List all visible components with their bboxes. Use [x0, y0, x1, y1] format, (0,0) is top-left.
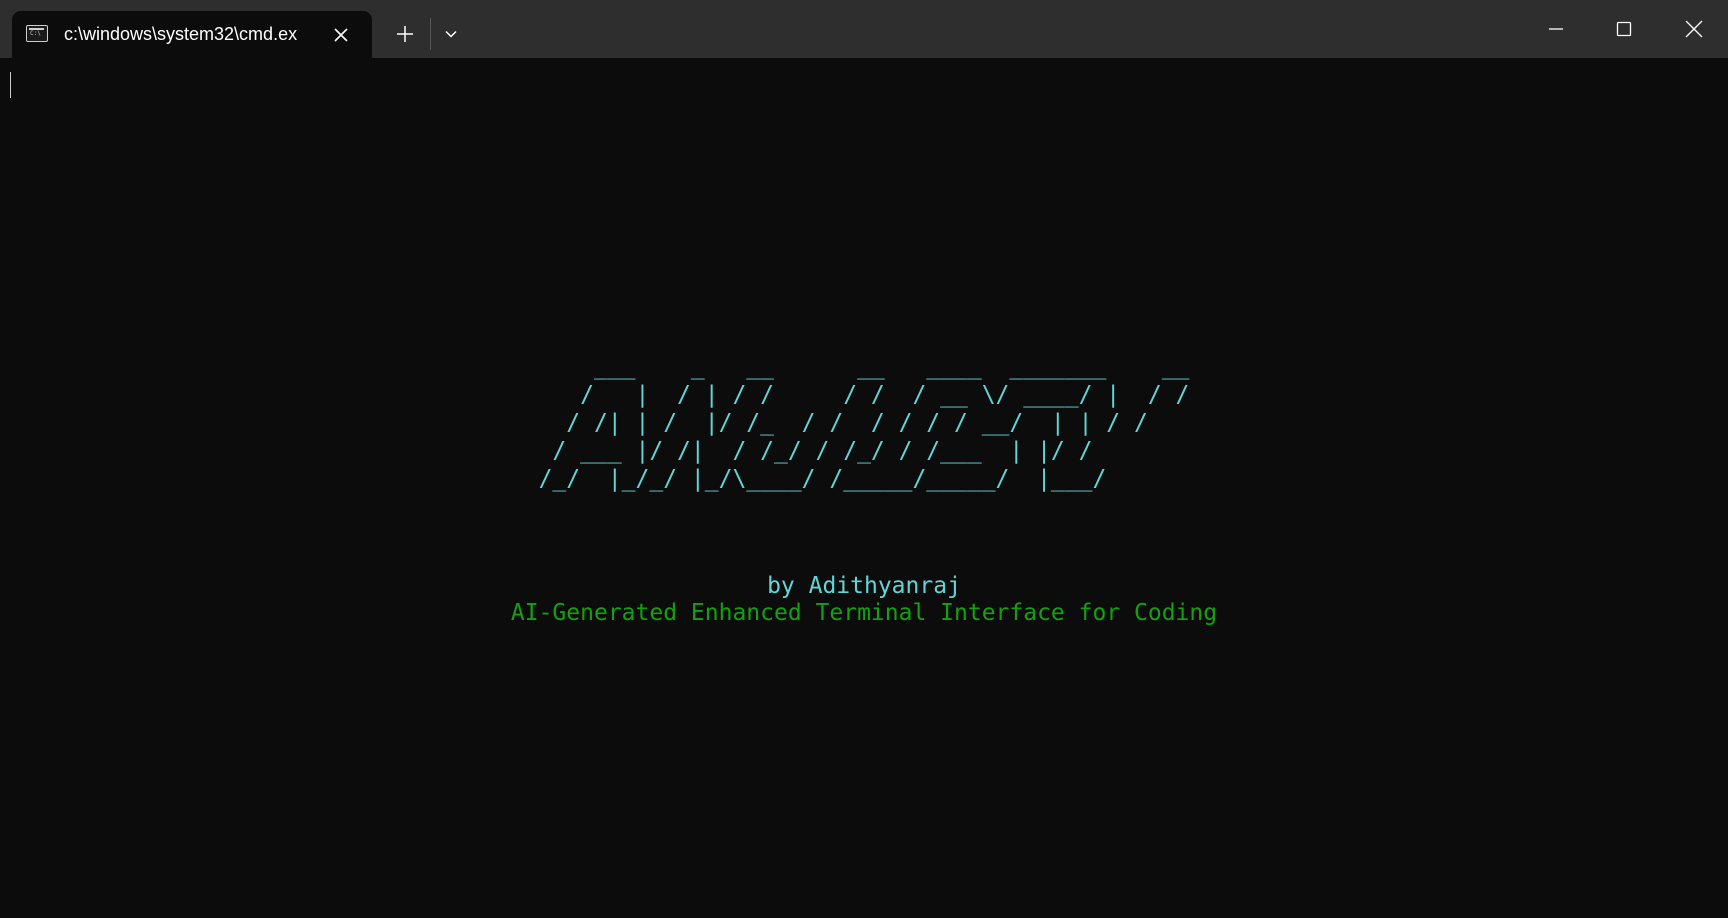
tab-title: c:\windows\system32\cmd.ex: [64, 24, 298, 44]
minimize-icon: [1549, 28, 1563, 30]
tab-close-button[interactable]: [331, 25, 351, 45]
maximize-icon: [1616, 21, 1632, 37]
ascii-banner-text: ___ _ __ __ ____ _______ __ / | / | / / …: [538, 354, 1190, 492]
console-icon: C:\: [26, 25, 48, 42]
chevron-down-icon: [445, 30, 457, 38]
close-icon: [1685, 20, 1703, 38]
plus-icon: [397, 26, 413, 42]
subtitle: AI-Generated Enhanced Terminal Interface…: [510, 600, 1218, 626]
terminal-output[interactable]: ___ _ __ __ ____ _______ __ / | / | / / …: [0, 58, 1728, 918]
maximize-button[interactable]: [1590, 0, 1658, 58]
minimize-button[interactable]: [1522, 0, 1590, 58]
terminal-window: C:\ c:\windows\system32\cmd.ex ___ _ __ …: [0, 0, 1728, 918]
tab-divider: [430, 18, 431, 50]
tab-dropdown-button[interactable]: [436, 15, 466, 53]
ascii-banner: ___ _ __ __ ____ _______ __ / | / | / / …: [0, 353, 1728, 493]
close-icon: [334, 28, 348, 42]
title-bar[interactable]: C:\ c:\windows\system32\cmd.ex: [0, 0, 1728, 59]
byline: by Adithyanraj: [767, 573, 961, 599]
text-cursor: [10, 72, 11, 98]
tab-cmd[interactable]: C:\ c:\windows\system32\cmd.ex: [12, 11, 372, 59]
new-tab-button[interactable]: [386, 15, 424, 53]
close-button[interactable]: [1660, 0, 1728, 58]
